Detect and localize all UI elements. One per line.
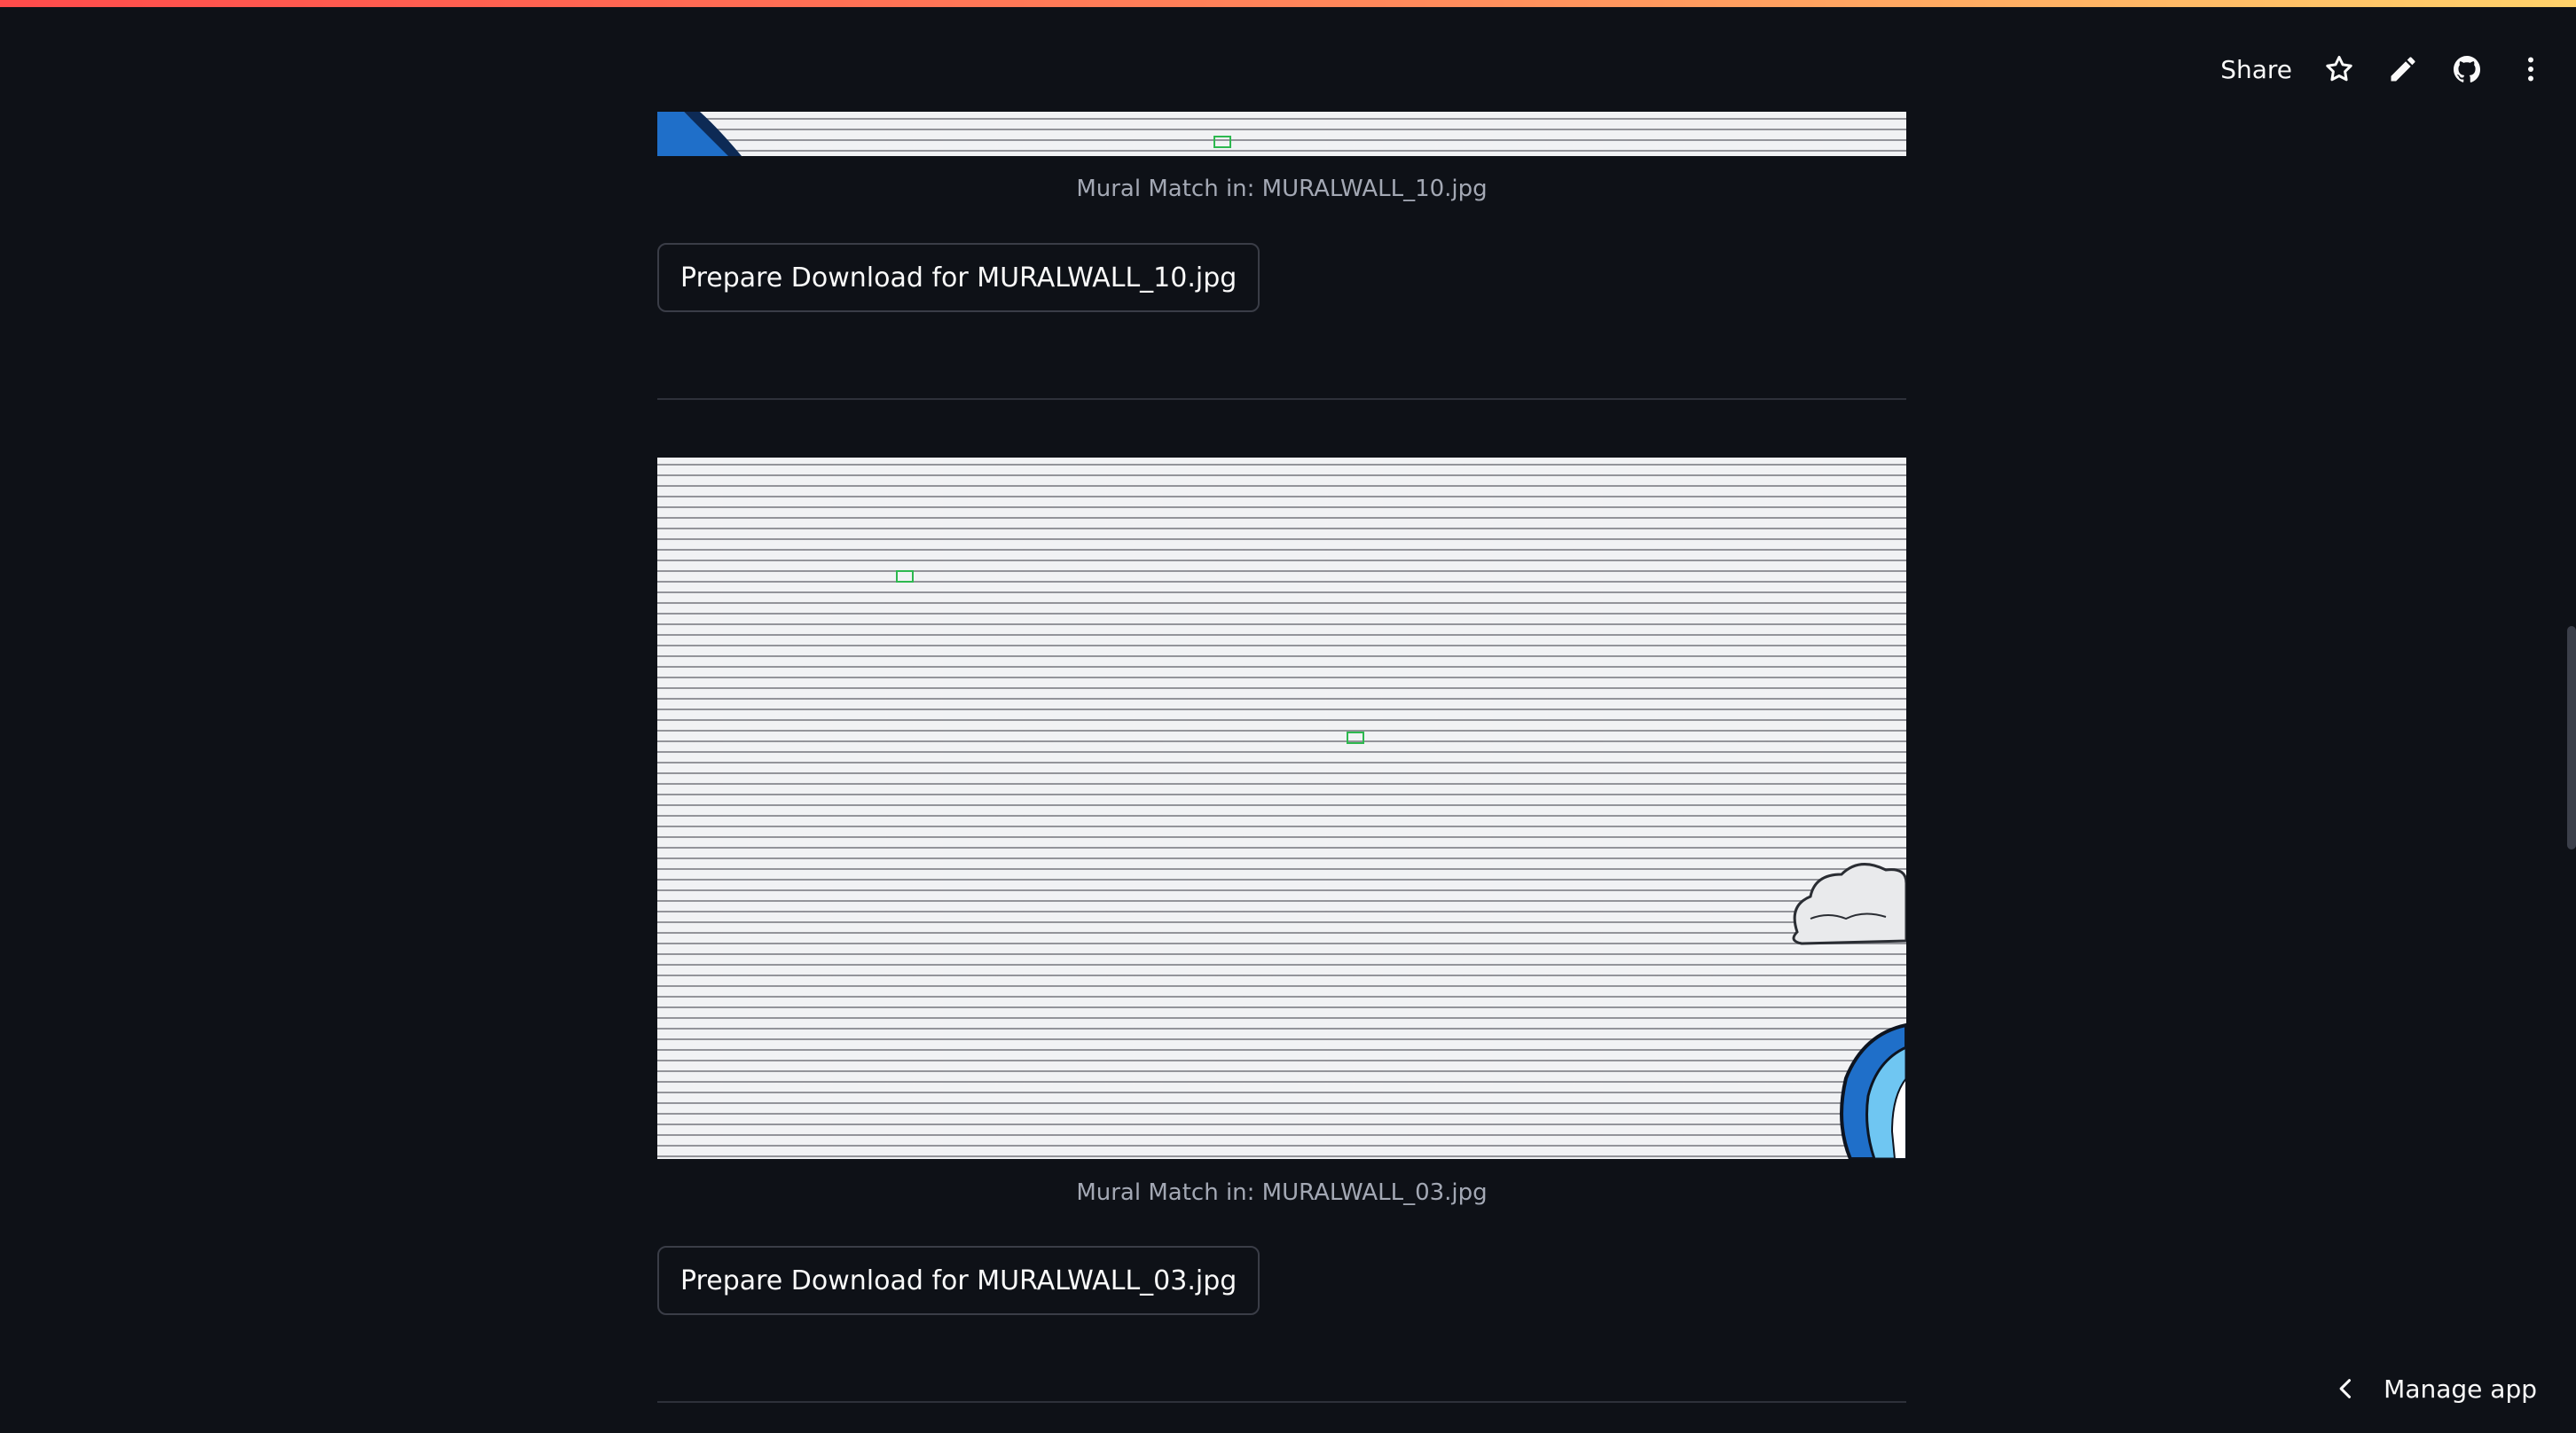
match-caption: Mural Match in: MURALWALL_10.jpg — [1076, 176, 1488, 202]
prepare-download-button[interactable]: Prepare Download for MURALWALL_10.jpg — [657, 243, 1261, 312]
manage-app-label: Manage app — [2384, 1374, 2537, 1404]
mural-image — [657, 112, 1906, 156]
mural-image — [657, 458, 1906, 1159]
chevron-left-icon — [2339, 1379, 2352, 1398]
more-vertical-icon[interactable] — [2514, 52, 2548, 86]
match-caption: Mural Match in: MURALWALL_03.jpg — [1076, 1179, 1488, 1206]
divider — [657, 398, 1906, 400]
star-icon[interactable] — [2322, 52, 2356, 86]
manage-app-button[interactable]: Manage app — [2334, 1366, 2537, 1412]
pencil-icon[interactable] — [2386, 52, 2420, 86]
scrollbar-thumb[interactable] — [2567, 626, 2576, 850]
divider — [657, 1401, 1906, 1403]
app-toolbar: Share — [2220, 46, 2548, 92]
prepare-download-button[interactable]: Prepare Download for MURALWALL_03.jpg — [657, 1246, 1261, 1315]
main-content: Mural Match in: MURALWALL_10.jpg Prepare… — [657, 0, 1906, 1433]
share-button[interactable]: Share — [2220, 55, 2292, 84]
github-icon[interactable] — [2450, 52, 2484, 86]
